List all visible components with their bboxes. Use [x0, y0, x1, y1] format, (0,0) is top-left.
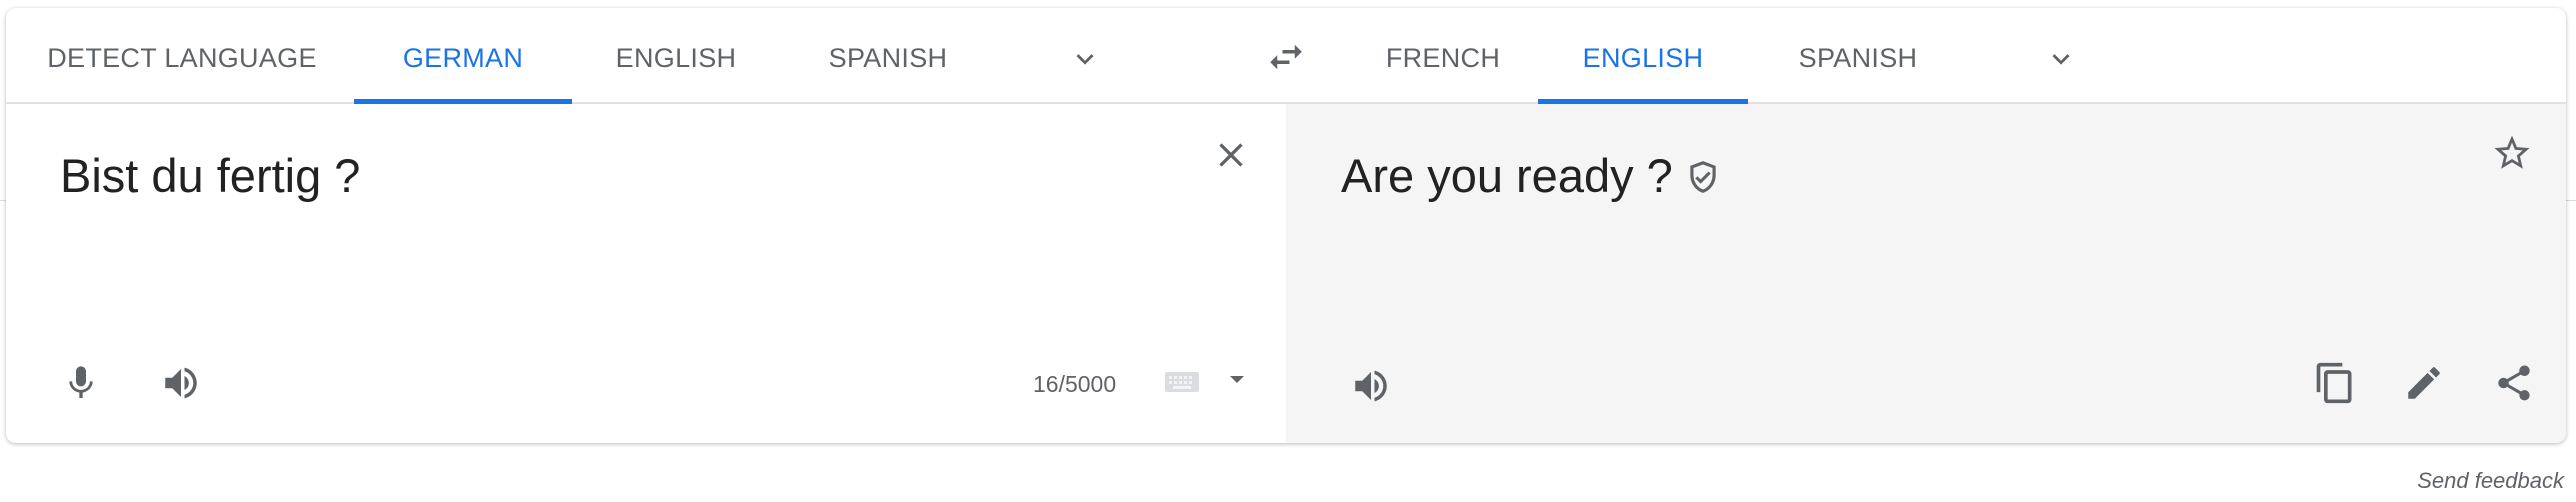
source-text-input[interactable]: Bist du fertig ? [60, 148, 360, 203]
swap-arrows-icon [1270, 44, 1302, 70]
copy-translation-button[interactable] [2309, 357, 2361, 409]
character-counter: 16/5000 [1033, 371, 1117, 397]
chevron-down-icon [1076, 54, 1094, 65]
share-translation-button[interactable] [2488, 357, 2540, 409]
verified-shield-icon [1690, 161, 1716, 193]
tab-target-spanish[interactable]: SPANISH [1766, 8, 1950, 102]
edit-translation-button[interactable] [2398, 357, 2450, 409]
chevron-down-icon [2052, 54, 2070, 65]
share-icon [2498, 365, 2530, 401]
edit-icon [2408, 367, 2440, 399]
listen-translation-button[interactable] [1346, 361, 1396, 411]
input-tools-menu-button[interactable] [1224, 366, 1250, 392]
voice-input-button[interactable] [56, 358, 106, 408]
verified-translation-badge[interactable] [1682, 156, 1724, 198]
translation-panel: Are you ready ? [1286, 104, 2566, 443]
tab-detect-language[interactable]: DETECT LANGUAGE [32, 8, 332, 102]
source-panel: Bist du fertig ? 16/5000 [6, 104, 1286, 443]
keyboard-icon [1165, 372, 1199, 392]
keyboard-button[interactable] [1163, 366, 1201, 398]
tab-source-german[interactable]: GERMAN [354, 8, 572, 104]
clear-source-button[interactable] [1206, 130, 1256, 180]
translation-text: Are you ready ? [1341, 149, 1673, 202]
tab-target-english[interactable]: ENGLISH [1538, 8, 1748, 104]
tab-source-english[interactable]: ENGLISH [584, 8, 768, 102]
send-feedback-link[interactable]: Send feedback [2417, 468, 2564, 494]
speaker-icon [1355, 370, 1387, 402]
tab-source-spanish[interactable]: SPANISH [796, 8, 980, 102]
clear-icon [1219, 143, 1243, 167]
dropdown-arrow-icon [1230, 376, 1244, 383]
speaker-icon [165, 367, 197, 399]
source-more-languages-button[interactable] [1061, 35, 1109, 83]
copy-icon [2316, 362, 2352, 404]
language-bar: DETECT LANGUAGE GERMAN ENGLISH SPANISH F… [6, 8, 2566, 104]
target-more-languages-button[interactable] [2037, 35, 2085, 83]
listen-source-button[interactable] [156, 358, 206, 408]
star-icon [2494, 135, 2530, 169]
translator-card: DETECT LANGUAGE GERMAN ENGLISH SPANISH F… [6, 8, 2566, 443]
swap-languages-button[interactable] [1261, 32, 1311, 82]
save-translation-button[interactable] [2487, 128, 2537, 178]
microphone-icon [69, 366, 93, 398]
tab-target-french[interactable]: FRENCH [1351, 8, 1535, 102]
